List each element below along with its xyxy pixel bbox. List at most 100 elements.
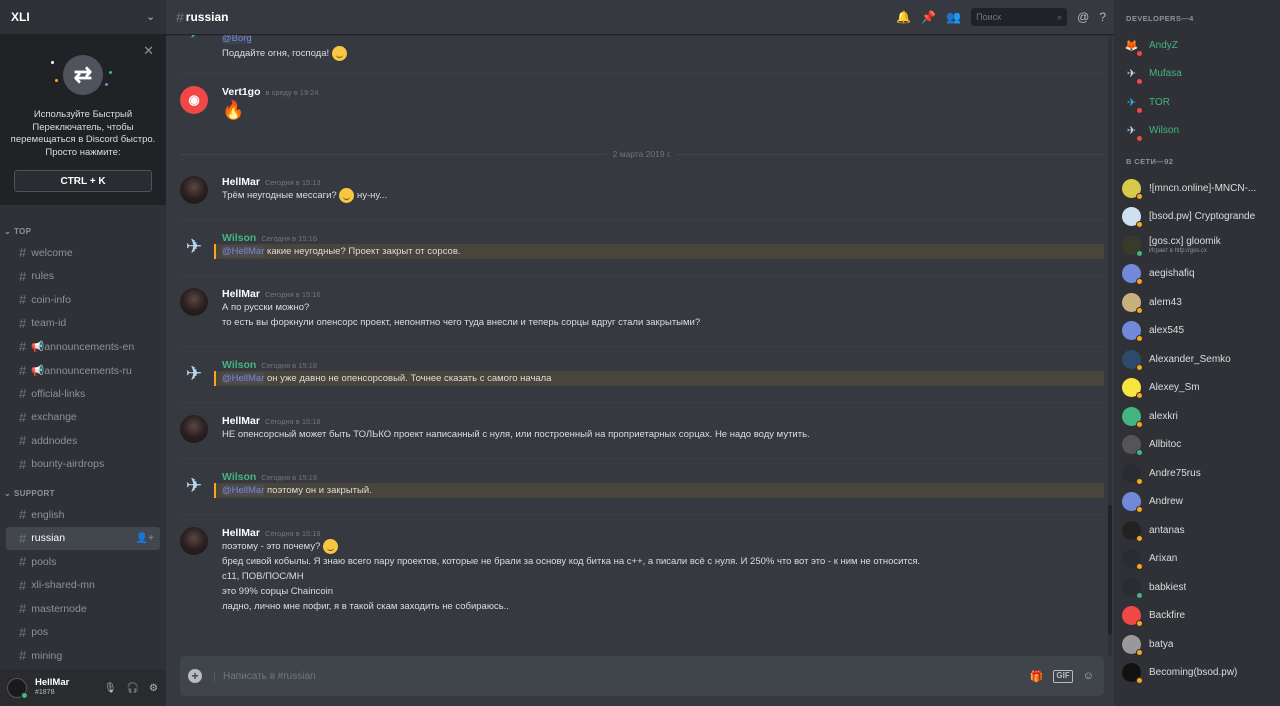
member-item[interactable]: alex545 bbox=[1122, 317, 1280, 346]
mention[interactable]: @HellMar bbox=[222, 373, 265, 385]
avatar[interactable] bbox=[7, 678, 28, 699]
channel-russian[interactable]: # russian 👤+ bbox=[6, 526, 160, 550]
guild-header[interactable]: XLI ⌄ bbox=[0, 0, 166, 35]
mute-mic-icon[interactable]: 🎙 bbox=[104, 683, 117, 694]
shortcut-button[interactable]: CTRL + K bbox=[14, 170, 152, 192]
channel-welcome[interactable]: # welcome bbox=[6, 241, 160, 265]
member-item[interactable]: babkiest bbox=[1122, 573, 1280, 602]
channel-pos[interactable]: # pos bbox=[6, 621, 160, 645]
message-input[interactable]: + Написать в #russian 🎁 GIF ☺ bbox=[180, 656, 1104, 696]
author-name[interactable]: Wilson bbox=[222, 232, 256, 244]
date-divider-text: 2 марта 2019 г. bbox=[612, 149, 672, 160]
members-icon[interactable]: 👥 bbox=[946, 10, 961, 24]
member-item[interactable]: antanas bbox=[1122, 516, 1280, 545]
gear-icon[interactable]: ⚙ bbox=[149, 683, 158, 694]
avatar[interactable]: ◉ bbox=[180, 86, 208, 115]
channel-pools[interactable]: # pools bbox=[6, 550, 160, 574]
message: HellMar Сегодня в 15:16 А по русски можно?… bbox=[180, 275, 1104, 346]
timestamp: в среду в 19:24 bbox=[265, 88, 319, 98]
avatar[interactable]: ✈ bbox=[180, 471, 208, 499]
member-item[interactable]: ✈ TOR bbox=[1122, 88, 1280, 117]
member-item[interactable]: Arixan bbox=[1122, 545, 1280, 574]
author-name[interactable]: HellMar bbox=[222, 176, 260, 188]
emoji-picker-icon[interactable]: ☺ bbox=[1083, 670, 1094, 683]
member-item[interactable]: Alexey_Sm bbox=[1122, 374, 1280, 403]
member-name: antanas bbox=[1149, 524, 1185, 536]
headphones-icon[interactable]: 🎧 bbox=[127, 683, 139, 694]
category-header[interactable]: ⌄ TOP bbox=[0, 224, 166, 238]
avatar[interactable] bbox=[180, 415, 208, 444]
smile-emoji bbox=[323, 539, 338, 555]
scrollbar[interactable] bbox=[1108, 35, 1112, 656]
gif-icon[interactable]: GIF bbox=[1053, 669, 1073, 683]
author-name[interactable]: HellMar bbox=[222, 415, 260, 427]
avatar[interactable]: ✈ bbox=[180, 232, 208, 260]
author-name[interactable]: Wilson bbox=[222, 471, 256, 483]
message-line: @HellMar он уже давно не опенсорсовый. Т… bbox=[214, 371, 1104, 387]
close-icon[interactable]: ✕ bbox=[143, 43, 154, 59]
mention[interactable]: @HellMar bbox=[222, 485, 265, 497]
search-input[interactable]: Поиск ⌕ bbox=[971, 8, 1068, 26]
member-item[interactable]: Andrew bbox=[1122, 488, 1280, 517]
member-item[interactable]: Alexander_Semko bbox=[1122, 345, 1280, 374]
channel-name: rules bbox=[31, 270, 54, 283]
member-item[interactable]: aegishafiq bbox=[1122, 260, 1280, 289]
channel-announcements-ru[interactable]: # 📢announcements-ru bbox=[6, 359, 160, 383]
member-item[interactable]: alem43 bbox=[1122, 288, 1280, 317]
mention-icon[interactable]: @ bbox=[1077, 10, 1089, 24]
author-name[interactable]: Vert1go bbox=[222, 86, 261, 98]
member-item[interactable]: Backfire bbox=[1122, 602, 1280, 631]
message-header: HellMar Сегодня в 15:13 bbox=[222, 164, 1104, 188]
channel-coin-info[interactable]: # coin-info bbox=[6, 288, 160, 312]
gift-icon[interactable]: 🎁 bbox=[1030, 670, 1044, 683]
bell-icon[interactable]: 🔔 bbox=[896, 10, 911, 24]
member-item[interactable]: batya bbox=[1122, 630, 1280, 659]
member-item[interactable]: Allbitoc bbox=[1122, 431, 1280, 460]
chevron-down-icon[interactable]: ⌄ bbox=[146, 12, 156, 23]
member-item[interactable]: Andre75rus bbox=[1122, 459, 1280, 488]
channel-english[interactable]: # english bbox=[6, 503, 160, 527]
avatar bbox=[1122, 321, 1143, 343]
avatar[interactable] bbox=[180, 288, 208, 317]
author-name[interactable]: Wilson bbox=[222, 359, 256, 371]
channel-official-links[interactable]: # official-links bbox=[6, 382, 160, 406]
message-text: ладно, лично мне пофиг, я в такой скам з… bbox=[222, 601, 509, 613]
mention[interactable]: @HellMar bbox=[222, 246, 265, 258]
help-icon[interactable]: ? bbox=[1099, 10, 1106, 24]
member-item[interactable]: 🦊 AndyZ bbox=[1122, 31, 1280, 60]
member-item[interactable]: [gos.cx] gloomik Играет в http://gos.cx bbox=[1122, 231, 1280, 260]
avatar[interactable] bbox=[180, 176, 208, 205]
upload-plus-icon[interactable]: + bbox=[188, 669, 202, 683]
member-name: [gos.cx] gloomik bbox=[1149, 235, 1221, 247]
timestamp: Сегодня в 15:16 bbox=[264, 290, 321, 300]
category-header[interactable]: ⌄ SUPPORT bbox=[0, 486, 166, 500]
message-text: Поддайте огня, господа! bbox=[222, 48, 330, 60]
message-line: 🔥 bbox=[222, 98, 1104, 122]
member-item[interactable]: ✈ Mufasa bbox=[1122, 60, 1280, 89]
member-item[interactable]: [bsod.pw] Cryptogrande bbox=[1122, 203, 1280, 232]
author-name[interactable]: HellMar bbox=[222, 288, 260, 300]
member-item[interactable]: Becoming(bsod.pw) bbox=[1122, 659, 1280, 688]
channel-masternode[interactable]: # masternode bbox=[6, 597, 160, 621]
avatar[interactable]: ✈ bbox=[180, 35, 208, 45]
member-item[interactable]: ✈ Wilson bbox=[1122, 117, 1280, 146]
channel-mining[interactable]: # mining bbox=[6, 644, 160, 668]
channel-xli-shared-mn[interactable]: # xli-shared-mn bbox=[6, 574, 160, 598]
avatar[interactable] bbox=[180, 527, 208, 556]
pin-icon[interactable]: 📌 bbox=[921, 10, 936, 24]
mention[interactable]: @Borg bbox=[222, 35, 252, 44]
avatar[interactable]: ✈ bbox=[180, 359, 208, 387]
channel-rules[interactable]: # rules bbox=[6, 265, 160, 289]
invite-user-icon[interactable]: 👤+ bbox=[136, 533, 154, 544]
members-category: DEVELOPERS—4 bbox=[1126, 14, 1194, 23]
channel-team-id[interactable]: # team-id bbox=[6, 312, 160, 336]
channel-addnodes[interactable]: # addnodes bbox=[6, 429, 160, 453]
channel-announcements-en[interactable]: # 📢announcements-en bbox=[6, 335, 160, 359]
channel-exchange[interactable]: # exchange bbox=[6, 406, 160, 430]
member-item[interactable]: ![mncn.online]-MNCN-... bbox=[1122, 174, 1280, 203]
message-input-placeholder[interactable]: Написать в #russian bbox=[214, 670, 1030, 682]
channel-bounty-airdrops[interactable]: # bounty-airdrops bbox=[6, 453, 160, 477]
member-item[interactable]: alexkri bbox=[1122, 402, 1280, 431]
author-name[interactable]: HellMar bbox=[222, 527, 260, 539]
avatar bbox=[1122, 292, 1143, 314]
